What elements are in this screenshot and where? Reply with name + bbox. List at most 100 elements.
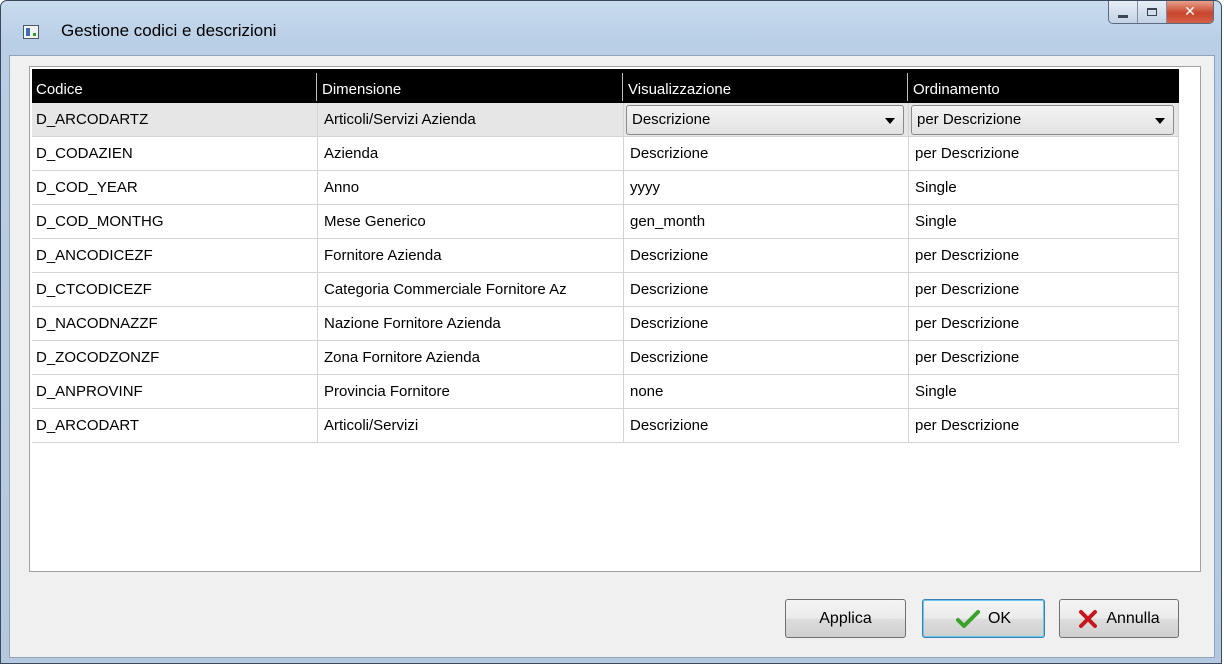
cell-visualizzazione[interactable]: Descrizione — [624, 307, 909, 341]
cell-ordinamento[interactable]: Single — [909, 171, 1179, 205]
table-row[interactable]: D_NACODNAZZF Nazione Fornitore Azienda Des… — [32, 307, 1179, 341]
cell-text: Descrizione — [630, 145, 709, 162]
grid-header: Codice Dimensione Visualizzazione Ordina… — [32, 69, 1179, 103]
ordinamento-dropdown[interactable]: per Descrizione — [911, 104, 1174, 135]
apply-button[interactable]: Applica — [785, 599, 906, 638]
cell-codice[interactable]: D_CTCODICEZF — [32, 273, 318, 307]
cell-ordinamento[interactable]: per Descrizione — [909, 137, 1179, 171]
cell-dimensione[interactable]: Azienda — [318, 137, 624, 171]
cell-codice[interactable]: D_ANPROVINF — [32, 375, 318, 409]
cell-ordinamento[interactable]: per Descrizione — [909, 103, 1179, 137]
cell-codice[interactable]: D_NACODNAZZF — [32, 307, 318, 341]
table-row[interactable]: D_COD_YEAR Anno yyyy Single — [32, 171, 1179, 205]
cell-text: Single — [915, 179, 957, 196]
table-row[interactable]: D_COD_MONTHG Mese Generico gen_month Single — [32, 205, 1179, 239]
table-row[interactable]: D_ANCODICEZF Fornitore Azienda Descrizione… — [32, 239, 1179, 273]
cell-text: Descrizione — [630, 281, 709, 298]
cell-visualizzazione[interactable]: gen_month — [624, 205, 909, 239]
app-icon[interactable] — [23, 25, 39, 39]
cell-text: D_ANPROVINF — [36, 383, 143, 400]
cell-dimensione[interactable]: Fornitore Azienda — [318, 239, 624, 273]
column-header-dimensione[interactable]: Dimensione — [318, 69, 624, 103]
dropdown-arrow-icon[interactable] — [885, 117, 895, 124]
cell-visualizzazione[interactable]: yyyy — [624, 171, 909, 205]
cell-text: D_COD_YEAR — [36, 179, 138, 196]
cell-text: Single — [915, 383, 957, 400]
table-row[interactable]: D_ANPROVINF Provincia Fornitore none Single — [32, 375, 1179, 409]
cell-text: none — [630, 383, 664, 400]
cell-codice[interactable]: D_ANCODICEZF — [32, 239, 318, 273]
cell-codice[interactable]: D_ZOCODZONZF — [32, 341, 318, 375]
table-row[interactable]: D_ZOCODZONZF Zona Fornitore Azienda Descri… — [32, 341, 1179, 375]
cell-text: D_NACODNAZZF — [36, 315, 158, 332]
cell-text: Azienda — [324, 145, 379, 162]
cell-ordinamento[interactable]: per Descrizione — [909, 341, 1179, 375]
cell-visualizzazione[interactable]: Descrizione — [624, 137, 909, 171]
cell-dimensione[interactable]: Anno — [318, 171, 624, 205]
table-row[interactable]: D_CODAZIEN Azienda Descrizione per Descrizi… — [32, 137, 1179, 171]
window-controls: ✕ — [1108, 1, 1214, 24]
cell-codice[interactable]: D_ARCODART — [32, 409, 318, 443]
cell-text: per Descrizione — [915, 281, 1020, 298]
cell-text: per Descrizione — [915, 417, 1020, 434]
cancel-button[interactable]: Annulla — [1059, 599, 1179, 638]
cell-dimensione[interactable]: Articoli/Servizi Azienda — [318, 103, 624, 137]
dropdown-arrow-icon[interactable] — [1155, 117, 1165, 124]
cell-dimensione[interactable]: Nazione Fornitore Azienda — [318, 307, 624, 341]
cell-ordinamento[interactable]: Single — [909, 375, 1179, 409]
ok-button[interactable]: OK — [922, 599, 1045, 638]
cell-dimensione[interactable]: Mese Generico — [318, 205, 624, 239]
cell-text: Zona Fornitore Azienda — [324, 349, 480, 366]
maximize-button[interactable] — [1138, 1, 1167, 23]
cell-text: gen_month — [630, 213, 706, 230]
close-button[interactable]: ✕ — [1167, 1, 1213, 23]
cell-ordinamento[interactable]: per Descrizione — [909, 307, 1179, 341]
cell-text: Mese Generico — [324, 213, 426, 230]
codes-grid[interactable]: Codice Dimensione Visualizzazione Ordina… — [29, 66, 1201, 572]
table-row[interactable]: D_ARCODARTZ Articoli/Servizi Azienda Descr… — [32, 103, 1179, 137]
cell-visualizzazione[interactable]: Descrizione — [624, 409, 909, 443]
minimize-button[interactable] — [1109, 1, 1138, 23]
cell-codice[interactable]: D_ARCODARTZ — [32, 103, 318, 137]
cell-visualizzazione[interactable]: Descrizione — [624, 239, 909, 273]
cell-ordinamento[interactable]: per Descrizione — [909, 409, 1179, 443]
cell-text: Fornitore Azienda — [324, 247, 442, 264]
cell-text: Descrizione — [630, 247, 709, 264]
cell-ordinamento[interactable]: per Descrizione — [909, 239, 1179, 273]
cell-text: per Descrizione — [915, 315, 1020, 332]
cell-visualizzazione[interactable]: none — [624, 375, 909, 409]
cell-codice[interactable]: D_COD_YEAR — [32, 171, 318, 205]
cell-visualizzazione[interactable]: Descrizione — [624, 103, 909, 137]
cell-text: Articoli/Servizi — [324, 417, 419, 434]
title-bar[interactable]: Gestione codici e descrizioni ✕ — [1, 1, 1221, 55]
table-row[interactable]: D_ARCODART Articoli/Servizi Descrizione per… — [32, 409, 1179, 443]
cell-visualizzazione[interactable]: Descrizione — [624, 273, 909, 307]
cell-text: D_ARCODARTZ — [36, 111, 149, 128]
close-icon: ✕ — [1184, 4, 1196, 20]
cell-dimensione[interactable]: Articoli/Servizi — [318, 409, 624, 443]
cell-text: D_ARCODART — [36, 417, 140, 434]
cell-ordinamento[interactable]: Single — [909, 205, 1179, 239]
cell-text: Descrizione — [630, 315, 709, 332]
dropdown-selected-value: per Descrizione — [917, 111, 1022, 128]
column-header-ordinamento[interactable]: Ordinamento — [909, 69, 1179, 103]
column-header-codice[interactable]: Codice — [32, 69, 318, 103]
cell-dimensione[interactable]: Categoria Commerciale Fornitore Az — [318, 273, 624, 307]
column-header-visualizzazione[interactable]: Visualizzazione — [624, 69, 909, 103]
cell-dimensione[interactable]: Zona Fornitore Azienda — [318, 341, 624, 375]
cell-codice[interactable]: D_CODAZIEN — [32, 137, 318, 171]
cell-ordinamento[interactable]: per Descrizione — [909, 273, 1179, 307]
maximize-icon — [1147, 8, 1157, 16]
cell-dimensione[interactable]: Provincia Fornitore — [318, 375, 624, 409]
cell-text: yyyy — [630, 179, 660, 196]
dropdown-selected-value: Descrizione — [632, 111, 711, 128]
cell-visualizzazione[interactable]: Descrizione — [624, 341, 909, 375]
ok-button-label: OK — [987, 609, 1012, 627]
cell-text: D_COD_MONTHG — [36, 213, 164, 230]
apply-button-label: Applica — [819, 609, 872, 627]
visualizzazione-dropdown[interactable]: Descrizione — [626, 104, 904, 135]
table-row[interactable]: D_CTCODICEZF Categoria Commerciale Fornit… — [32, 273, 1179, 307]
cell-text: D_CTCODICEZF — [36, 281, 152, 298]
cell-codice[interactable]: D_COD_MONTHG — [32, 205, 318, 239]
cell-text: Descrizione — [630, 417, 709, 434]
